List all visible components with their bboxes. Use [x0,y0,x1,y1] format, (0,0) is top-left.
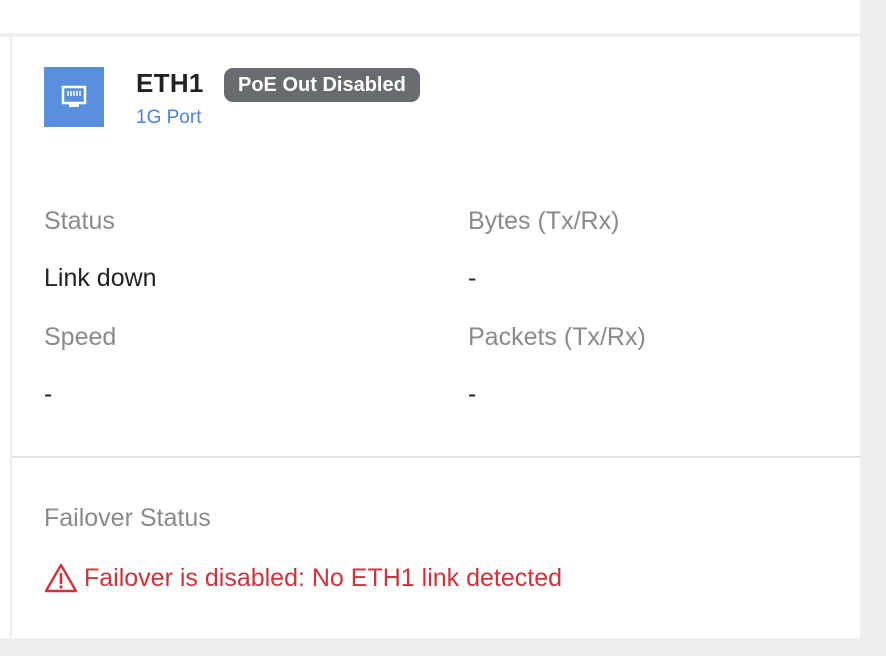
failover-status-message: Failover is disabled: No ETH1 link detec… [44,561,562,595]
bytes-value: - [468,264,477,292]
status-value: Link down [44,264,157,292]
failover-message-text: Failover is disabled: No ETH1 link detec… [84,563,563,592]
card-edge [0,37,10,638]
status-label: Status [44,207,115,235]
bytes-label: Bytes (Tx/Rx) [468,207,620,235]
warning-icon [44,562,78,594]
packets-label: Packets (Tx/Rx) [468,323,646,351]
poe-status-badge: PoE Out Disabled [224,68,420,102]
failover-status-label: Failover Status [44,504,211,532]
port-card: ETH1 PoE Out Disabled 1G Port Status Lin… [12,37,860,638]
speed-label: Speed [44,323,117,351]
packets-value: - [468,380,477,408]
port-type-label: 1G Port [136,107,202,128]
section-divider [12,456,860,458]
speed-value: - [44,380,53,408]
port-name: ETH1 [136,68,204,98]
previous-card [0,0,860,33]
ethernet-port-icon [44,67,104,127]
